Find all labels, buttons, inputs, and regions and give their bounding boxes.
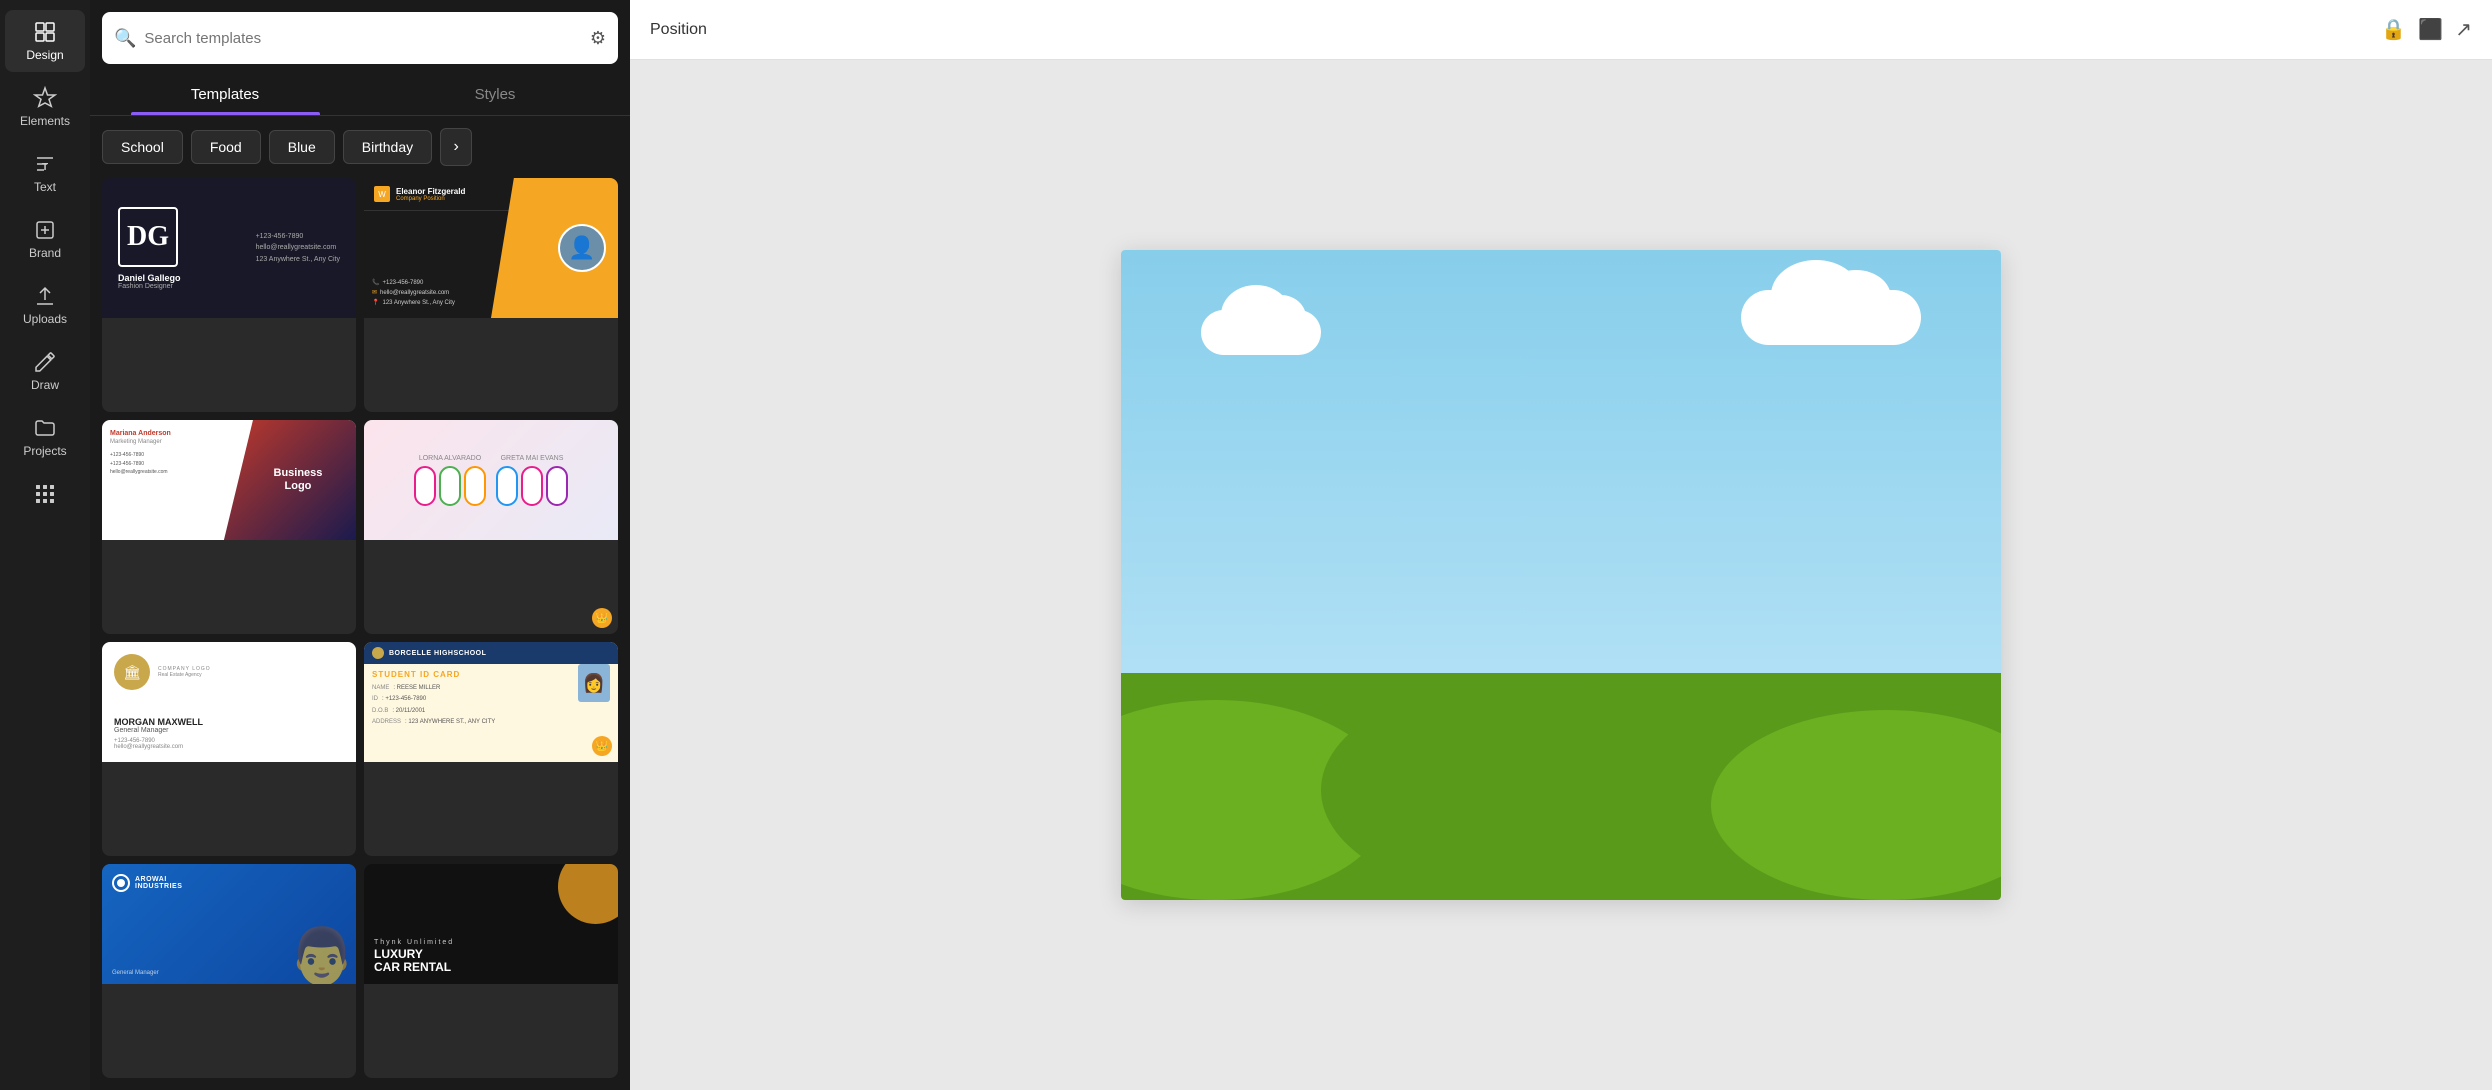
apps-icon [33, 482, 57, 506]
tab-styles[interactable]: Styles [360, 74, 630, 115]
cloud-2 [1741, 290, 1921, 345]
scene-sky [1121, 250, 2001, 673]
sidebar-item-draw[interactable]: Draw [5, 340, 85, 402]
template-card-7[interactable]: AROWAIINDUSTRIES 👨 General Manager [102, 864, 356, 1078]
premium-badge-4: 👑 [592, 608, 612, 628]
canvas-area [630, 60, 2492, 1090]
search-bar: 🔍 ⚙ [102, 12, 618, 64]
sidebar-item-label: Design [26, 48, 63, 62]
search-input[interactable] [144, 30, 581, 47]
dg-logo: DG [118, 207, 178, 267]
template-card-3[interactable]: Mariana Anderson Marketing Manager +123-… [102, 420, 356, 634]
template-card-1[interactable]: DG Daniel Gallego Fashion Designer +123-… [102, 178, 356, 412]
chips-next-arrow[interactable]: › [440, 128, 472, 166]
chip-food[interactable]: Food [191, 130, 261, 164]
sidebar-item-apps[interactable] [5, 472, 85, 516]
templates-grid: DG Daniel Gallego Fashion Designer +123-… [90, 178, 630, 1090]
sidebar: Design Elements T Text Brand Uploads [0, 0, 90, 1090]
hill-2 [1321, 680, 1721, 900]
dg-info: Daniel Gallego Fashion Designer [118, 273, 181, 290]
uploads-icon [33, 284, 57, 308]
chip-birthday[interactable]: Birthday [343, 130, 432, 164]
top-bar-icons: 🔒 ⬛ ↗ [2381, 17, 2472, 42]
dg-contact: +123-456-7890 hello@reallygreatsite.com … [256, 231, 340, 265]
template-card-5[interactable]: 🏛 COMPANY LOGO Real Estate Agency MORGAN… [102, 642, 356, 856]
template-card-2[interactable]: W Eleanor Fitzgerald Company Position 👤 … [364, 178, 618, 412]
filter-icon[interactable]: ⚙ [590, 28, 606, 49]
scene-hills [1121, 673, 2001, 901]
sidebar-item-label: Draw [31, 378, 59, 392]
svg-text:T: T [42, 162, 48, 173]
page-title: Position [650, 21, 2365, 39]
sidebar-item-brand[interactable]: Brand [5, 208, 85, 270]
sidebar-item-label: Brand [29, 246, 61, 260]
top-bar: Position 🔒 ⬛ ↗ [630, 0, 2492, 60]
tab-templates[interactable]: Templates [90, 74, 360, 115]
sidebar-item-elements[interactable]: Elements [5, 76, 85, 138]
brand-icon [33, 218, 57, 242]
projects-icon [33, 416, 57, 440]
chip-blue[interactable]: Blue [269, 130, 335, 164]
template-card-8[interactable]: Thynk Unlimited LUXURYCAR RENTAL [364, 864, 618, 1078]
canvas-card [1121, 250, 2001, 900]
sidebar-item-text[interactable]: T Text [5, 142, 85, 204]
sidebar-item-label: Projects [23, 444, 66, 458]
sidebar-item-uploads[interactable]: Uploads [5, 274, 85, 336]
sidebar-item-label: Uploads [23, 312, 67, 326]
hill-3 [1711, 710, 2001, 900]
lock-icon[interactable]: 🔒 [2381, 17, 2406, 42]
premium-badge-6: 👑 [592, 736, 612, 756]
cloud-1 [1201, 310, 1321, 355]
template-card-6[interactable]: BORCELLE HIGHSCHOOL STUDENT ID CARD NAME… [364, 642, 618, 856]
design-icon [33, 20, 57, 44]
templates-panel: 🔍 ⚙ Templates Styles School Food Blue Bi… [90, 0, 630, 1090]
chip-school[interactable]: School [102, 130, 183, 164]
elements-icon [33, 86, 57, 110]
sidebar-item-design[interactable]: Design [5, 10, 85, 72]
sidebar-item-projects[interactable]: Projects [5, 406, 85, 468]
sidebar-item-label: Text [34, 180, 56, 194]
text-icon: T [33, 152, 57, 176]
panel-tabs: Templates Styles [90, 74, 630, 116]
main-canvas-area: Position 🔒 ⬛ ↗ [630, 0, 2492, 1090]
share-icon[interactable]: ↗ [2455, 17, 2472, 42]
sidebar-item-label: Elements [20, 114, 70, 128]
draw-icon [33, 350, 57, 374]
template-card-4[interactable]: LORNA ALVARADO GRETA MAI EVANS [364, 420, 618, 634]
copy-icon[interactable]: ⬛ [2418, 17, 2443, 42]
search-icon: 🔍 [114, 28, 136, 49]
category-chips: School Food Blue Birthday › [90, 116, 630, 178]
